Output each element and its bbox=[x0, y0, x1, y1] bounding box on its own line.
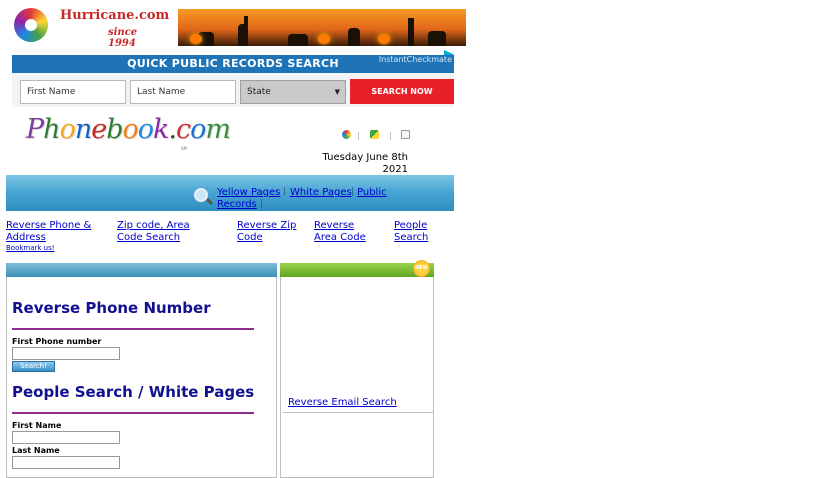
icon-separator: | bbox=[357, 131, 360, 140]
logo-letter: b bbox=[106, 114, 123, 145]
hurricane-logo[interactable]: Hurricane.com since 1994 bbox=[12, 6, 169, 49]
first-name-field[interactable] bbox=[12, 431, 120, 444]
hurricane-swirl-icon bbox=[14, 8, 48, 42]
quick-link-line: People bbox=[394, 220, 428, 231]
quick-link-line: Reverse Phone & bbox=[6, 220, 92, 231]
right-panel bbox=[280, 263, 434, 478]
left-panel-header bbox=[6, 263, 277, 277]
last-name-field[interactable] bbox=[12, 456, 120, 469]
logo-letter: o bbox=[190, 114, 206, 145]
nav-public-records[interactable]: Public bbox=[357, 187, 387, 198]
bookmark-link[interactable]: Bookmark us! bbox=[6, 244, 55, 252]
halloween-banner-ad[interactable] bbox=[178, 9, 466, 46]
tombstone-shape bbox=[428, 31, 446, 46]
tombstone-shape bbox=[348, 28, 360, 46]
chevron-down-icon: ▼ bbox=[334, 88, 340, 96]
logo-letter: e bbox=[91, 114, 107, 145]
search-icon bbox=[194, 188, 208, 202]
nav-separator: | bbox=[260, 199, 264, 209]
section-divider bbox=[12, 412, 254, 414]
print-icon[interactable] bbox=[401, 130, 410, 139]
home-icon[interactable] bbox=[342, 130, 351, 139]
quick-link-line: Search bbox=[394, 232, 429, 243]
nav-yellow-pages[interactable]: Yellow Pages bbox=[217, 187, 280, 198]
right-panel-header bbox=[280, 263, 434, 277]
nav-white-pages[interactable]: White Pages bbox=[290, 187, 352, 198]
quick-link[interactable]: Reverse Area Code bbox=[314, 220, 366, 244]
logo-letter: P bbox=[26, 114, 44, 145]
logo-letter: m bbox=[205, 114, 231, 145]
phone-number-input[interactable] bbox=[12, 347, 120, 360]
pumpkin-icon bbox=[378, 34, 390, 44]
quick-link[interactable]: Reverse Zip Code bbox=[237, 220, 296, 244]
logo-letter: . bbox=[168, 114, 177, 145]
logo-letter: o bbox=[59, 114, 76, 145]
tombstone-shape bbox=[288, 34, 308, 46]
quick-link[interactable]: People Search bbox=[394, 220, 428, 244]
first-name-input[interactable]: First Name bbox=[20, 80, 126, 104]
logo-letter: o bbox=[122, 114, 139, 145]
logo-letter: h bbox=[43, 114, 60, 145]
site-since: since 1994 bbox=[108, 27, 138, 49]
tree-shape bbox=[408, 18, 414, 46]
quick-search-header: QUICK PUBLIC RECORDS SEARCH InstantCheck… bbox=[12, 55, 454, 73]
quick-link-line: Reverse Zip bbox=[237, 220, 297, 231]
state-select[interactable]: State ▼ bbox=[240, 80, 346, 104]
quick-link[interactable]: Reverse Phone & Address bbox=[6, 220, 91, 244]
nav-separator: | bbox=[283, 187, 287, 197]
quick-link[interactable]: Zip code, Area Code Search bbox=[117, 220, 190, 244]
section-divider bbox=[12, 328, 254, 330]
quick-link-line: Code Search bbox=[117, 232, 181, 243]
nav-public-records-2[interactable]: Records bbox=[217, 199, 257, 210]
reverse-phone-title: Reverse Phone Number bbox=[12, 299, 211, 317]
current-date: Tuesday June 8th bbox=[322, 152, 408, 163]
logo-letter: c bbox=[176, 114, 191, 145]
tree-shape bbox=[244, 16, 248, 46]
bookmark-icon[interactable] bbox=[370, 130, 379, 139]
quick-link-line: Address bbox=[6, 232, 46, 243]
quick-search-brand[interactable]: InstantCheckmate bbox=[379, 55, 452, 64]
current-year: 2021 bbox=[382, 164, 408, 175]
pumpkin-icon bbox=[190, 34, 202, 44]
state-select-value: State bbox=[247, 87, 271, 97]
last-name-input[interactable]: Last Name bbox=[130, 80, 236, 104]
service-mark: SM bbox=[181, 146, 187, 151]
logo-letter: n bbox=[74, 114, 92, 145]
nav-separator: | bbox=[351, 187, 355, 197]
search-now-button[interactable]: SEARCH NOW bbox=[350, 79, 454, 104]
reverse-email-search-link[interactable]: Reverse Email Search bbox=[288, 397, 397, 408]
new-badge-label: NEW bbox=[414, 265, 429, 271]
logo-letter: o bbox=[137, 114, 154, 145]
first-name-label: First Name bbox=[12, 421, 62, 430]
pumpkin-icon bbox=[318, 34, 330, 44]
search-button[interactable]: Search! bbox=[12, 361, 55, 372]
new-badge: NEW bbox=[413, 260, 430, 277]
phone-number-label: First Phone number bbox=[12, 337, 102, 346]
last-name-label: Last Name bbox=[12, 446, 60, 455]
people-search-title: People Search / White Pages bbox=[12, 383, 255, 401]
phonebook-logo[interactable]: Phonebook.com bbox=[26, 114, 231, 154]
quick-link-line: Zip code, Area bbox=[117, 220, 190, 231]
quick-link-line: Code bbox=[237, 232, 263, 243]
logo-letter: k bbox=[153, 114, 169, 145]
right-panel-divider bbox=[283, 412, 434, 413]
quick-link-line: Reverse bbox=[314, 220, 355, 231]
quick-link-line: Area Code bbox=[314, 232, 366, 243]
icon-separator: | bbox=[389, 131, 392, 140]
site-name: Hurricane.com bbox=[60, 8, 170, 23]
